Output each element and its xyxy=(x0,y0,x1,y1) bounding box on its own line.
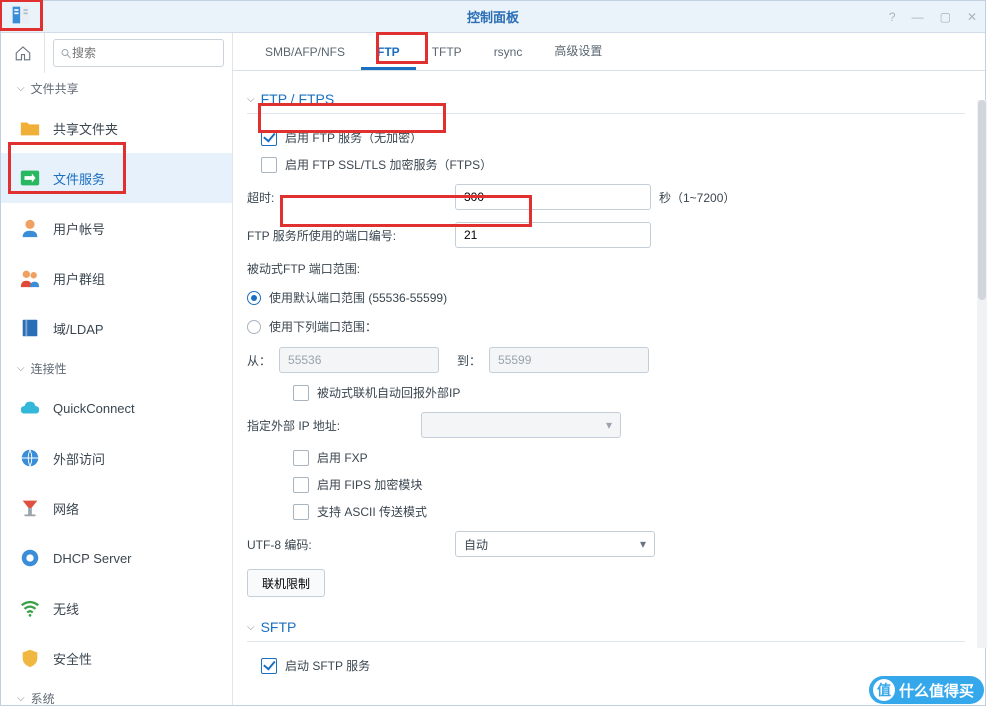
sidebar-section-connect[interactable]: ⌵ 连接性 xyxy=(1,353,232,383)
shield-icon xyxy=(19,647,41,669)
watermark-icon: 值 xyxy=(873,679,895,701)
label-fips: 启用 FIPS 加密模块 xyxy=(317,476,422,493)
tab-smb[interactable]: SMB/AFP/NFS xyxy=(249,35,361,70)
book-icon xyxy=(19,317,41,339)
sidebar-item-external[interactable]: 外部访问 xyxy=(1,433,232,483)
range-to-input xyxy=(489,347,649,373)
checkbox-ascii[interactable] xyxy=(293,504,309,520)
sidebar-item-network[interactable]: 网络 xyxy=(1,483,232,533)
sidebar-item-file-service[interactable]: 文件服务 xyxy=(1,153,232,203)
watermark: 值 什么值得买 xyxy=(869,676,984,704)
range-from-label: 从： xyxy=(247,352,271,369)
chevron-down-icon: ⌵ xyxy=(17,363,25,374)
label-enable-ftp: 启用 FTP 服务（无加密） xyxy=(285,129,422,146)
label-passive-external: 被动式联机自动回报外部IP xyxy=(317,384,460,401)
utf8-select[interactable]: 自动 ▾ xyxy=(455,531,655,557)
chevron-down-icon: ⌵ xyxy=(247,94,255,105)
sidebar-item-user[interactable]: 用户帐号 xyxy=(1,203,232,253)
checkbox-enable-ftp[interactable] xyxy=(261,130,277,146)
wifi-icon xyxy=(19,597,41,619)
scrollbar-thumb[interactable] xyxy=(978,100,985,300)
search-icon xyxy=(60,47,72,60)
label-enable-sftp: 启动 SFTP 服务 xyxy=(285,657,370,674)
app-icon[interactable] xyxy=(0,0,43,31)
globe-icon xyxy=(19,447,41,469)
external-ip-label: 指定外部 IP 地址: xyxy=(247,417,413,434)
radio-custom-range[interactable] xyxy=(247,320,261,334)
timeout-label: 超时: xyxy=(247,189,447,206)
search-input[interactable] xyxy=(72,46,217,60)
sidebar-item-quickconnect[interactable]: QuickConnect xyxy=(1,383,232,433)
home-icon xyxy=(14,44,32,62)
sidebar-item-ldap[interactable]: 域/LDAP xyxy=(1,303,232,353)
checkbox-fips[interactable] xyxy=(293,477,309,493)
radio-default-range[interactable] xyxy=(247,291,261,305)
help-button[interactable]: ? xyxy=(889,10,896,24)
label-enable-ftps: 启用 FTP SSL/TLS 加密服务（FTPS） xyxy=(285,156,492,173)
row-enable-ftp: 启用 FTP 服务（无加密） xyxy=(247,124,965,151)
dhcp-icon xyxy=(19,547,41,569)
folder-icon xyxy=(19,117,41,139)
sidebar: ⌵ 文件共享 共享文件夹 文件服务 用户帐号 用户群组 域/LDAP xyxy=(1,33,233,705)
content: SMB/AFP/NFS FTP TFTP rsync 高级设置 ⌵ FTP / … xyxy=(233,33,985,705)
transfer-icon xyxy=(19,167,41,189)
home-button[interactable] xyxy=(1,33,45,73)
utf8-label: UTF-8 编码: xyxy=(247,536,447,553)
sidebar-section-share[interactable]: ⌵ 文件共享 xyxy=(1,73,232,103)
label-fxp: 启用 FXP xyxy=(317,449,368,466)
tabs: SMB/AFP/NFS FTP TFTP rsync 高级设置 xyxy=(233,33,985,71)
tab-tftp[interactable]: TFTP xyxy=(416,35,478,70)
minimize-button[interactable]: — xyxy=(912,10,924,24)
passive-range-label: 被动式FTP 端口范围: xyxy=(247,260,360,277)
window: 控制面板 ? — ▢ ✕ ⌵ 文件共享 xyxy=(0,0,986,706)
window-title: 控制面板 xyxy=(467,7,519,26)
chevron-down-icon: ⌵ xyxy=(247,622,255,633)
titlebar: 控制面板 ? — ▢ ✕ xyxy=(1,1,985,33)
control-panel-icon xyxy=(11,5,31,25)
row-enable-sftp: 启动 SFTP 服务 xyxy=(247,652,965,679)
section-ftp-ftps[interactable]: ⌵ FTP / FTPS xyxy=(247,85,965,114)
label-custom-range: 使用下列端口范围： xyxy=(269,318,377,335)
checkbox-fxp[interactable] xyxy=(293,450,309,466)
label-ascii: 支持 ASCII 传送模式 xyxy=(317,503,427,520)
port-input[interactable] xyxy=(455,222,651,248)
checkbox-passive-external[interactable] xyxy=(293,385,309,401)
section-sftp[interactable]: ⌵ SFTP xyxy=(247,613,965,642)
checkbox-enable-sftp[interactable] xyxy=(261,658,277,674)
network-icon xyxy=(19,497,41,519)
row-enable-ftps: 启用 FTP SSL/TLS 加密服务（FTPS） xyxy=(247,151,965,178)
sidebar-item-dhcp[interactable]: DHCP Server xyxy=(1,533,232,583)
tab-rsync[interactable]: rsync xyxy=(478,35,539,70)
scrollbar[interactable] xyxy=(977,100,985,648)
timeout-unit: 秒（1~7200） xyxy=(659,189,735,206)
sidebar-item-wireless[interactable]: 无线 xyxy=(1,583,232,633)
close-button[interactable]: ✕ xyxy=(967,10,977,24)
maximize-button[interactable]: ▢ xyxy=(940,10,951,24)
chevron-down-icon: ⌵ xyxy=(17,693,25,704)
sidebar-item-group[interactable]: 用户群组 xyxy=(1,253,232,303)
settings-panel: ⌵ FTP / FTPS 启用 FTP 服务（无加密） 启用 FTP SSL/T… xyxy=(233,71,985,705)
range-to-label: 到： xyxy=(457,352,481,369)
cloud-icon xyxy=(19,397,41,419)
chevron-down-icon: ▾ xyxy=(606,418,612,432)
label-default-range: 使用默认端口范围 (55536-55599) xyxy=(269,289,447,306)
chevron-down-icon: ⌵ xyxy=(17,83,25,94)
sidebar-item-security[interactable]: 安全性 xyxy=(1,633,232,683)
chevron-down-icon: ▾ xyxy=(640,537,646,551)
sidebar-item-shared-folder[interactable]: 共享文件夹 xyxy=(1,103,232,153)
external-ip-select: ▾ xyxy=(421,412,621,438)
group-icon xyxy=(19,267,41,289)
conn-limit-button[interactable]: 联机限制 xyxy=(247,569,325,597)
range-from-input xyxy=(279,347,439,373)
search-wrap xyxy=(53,39,224,67)
tab-ftp[interactable]: FTP xyxy=(361,35,416,70)
checkbox-enable-ftps[interactable] xyxy=(261,157,277,173)
port-label: FTP 服务所使用的端口编号: xyxy=(247,227,447,244)
user-icon xyxy=(19,217,41,239)
sidebar-section-system[interactable]: ⌵ 系统 xyxy=(1,683,232,705)
tab-advanced[interactable]: 高级设置 xyxy=(538,33,618,70)
timeout-input[interactable] xyxy=(455,184,651,210)
